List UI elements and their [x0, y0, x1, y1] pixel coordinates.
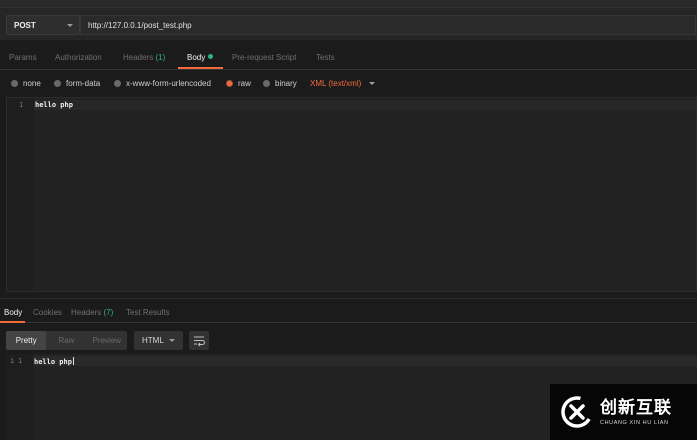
- tab-headers-count: (1): [155, 53, 166, 62]
- request-tabs: Params Authorization Headers (1) Body Pr…: [0, 46, 697, 70]
- tab-headers-label: Headers: [123, 53, 154, 62]
- view-mode-switch: Pretty Raw Preview: [6, 331, 127, 350]
- watermark-chinese: 创新互联: [600, 397, 672, 418]
- body-type-options: none form-data x-www-form-urlencoded raw…: [0, 72, 697, 94]
- radio-raw[interactable]: raw: [226, 79, 251, 88]
- request-url-bar: POST: [0, 8, 697, 40]
- tab-response-headers-count: (7): [103, 308, 114, 317]
- format-label: HTML: [142, 336, 164, 345]
- radio-none[interactable]: none: [11, 79, 41, 88]
- response-tabs: Body Cookies Headers (7) Test Results: [0, 303, 697, 323]
- tab-test-results[interactable]: Test Results: [126, 308, 170, 317]
- wrap-lines-button[interactable]: [189, 331, 209, 350]
- response-divider[interactable]: [0, 298, 697, 299]
- tab-authorization[interactable]: Authorization: [55, 53, 102, 62]
- tab-body-label: Body: [187, 53, 206, 62]
- editor-gutter: [7, 98, 34, 291]
- url-input[interactable]: [80, 15, 696, 35]
- fold-marker[interactable]: i: [10, 357, 14, 365]
- tab-body[interactable]: Body: [187, 53, 214, 62]
- line-number: 1: [19, 101, 24, 109]
- response-text-content: hello php: [34, 358, 72, 366]
- editor-text: hello php: [35, 101, 73, 109]
- radio-icon: [54, 80, 61, 87]
- radio-selected-icon: [226, 80, 233, 87]
- tab-headers[interactable]: Headers (1): [123, 53, 165, 62]
- line-number: 1: [18, 357, 23, 365]
- tab-tests[interactable]: Tests: [316, 53, 335, 62]
- active-tab-indicator: [178, 67, 223, 69]
- method-dropdown[interactable]: POST: [6, 15, 80, 35]
- response-text: hello php: [34, 357, 74, 366]
- tab-response-headers-label: Headers: [71, 308, 102, 317]
- radio-binary-label: binary: [275, 79, 297, 88]
- radio-binary[interactable]: binary: [263, 79, 297, 88]
- preview-button[interactable]: Preview: [87, 331, 127, 350]
- active-line-highlight: [33, 356, 697, 366]
- radio-urlencoded[interactable]: x-www-form-urlencoded: [114, 79, 211, 88]
- editor-gutter: [6, 354, 33, 440]
- content-type-dropdown[interactable]: XML (text/xml): [310, 79, 376, 88]
- watermark: 创新互联 CHUANG XIN HU LIAN: [550, 384, 697, 440]
- radio-form-data[interactable]: form-data: [54, 79, 100, 88]
- tab-prerequest-script[interactable]: Pre-request Script: [232, 53, 296, 62]
- body-modified-dot-icon: [208, 54, 214, 59]
- chevron-down-icon: [67, 23, 73, 27]
- radio-urlencoded-label: x-www-form-urlencoded: [126, 79, 211, 88]
- brand-logo-icon: [561, 396, 593, 428]
- radio-icon: [263, 80, 270, 87]
- active-response-tab-indicator: [0, 321, 25, 323]
- radio-form-data-label: form-data: [66, 79, 101, 88]
- watermark-english: CHUANG XIN HU LIAN: [600, 419, 669, 426]
- tab-response-body[interactable]: Body: [4, 308, 22, 317]
- watermark-text: 创新互联 CHUANG XIN HU LIAN: [600, 397, 672, 426]
- request-body-editor[interactable]: 1 hello php: [6, 97, 697, 292]
- radio-icon: [114, 80, 121, 87]
- radio-none-label: none: [23, 79, 41, 88]
- format-dropdown[interactable]: HTML: [134, 331, 183, 350]
- radio-icon: [11, 80, 18, 87]
- raw-button[interactable]: Raw: [46, 331, 86, 350]
- content-type-label: XML (text/xml): [310, 79, 362, 88]
- chevron-down-icon: [369, 82, 376, 85]
- radio-raw-label: raw: [238, 79, 251, 88]
- top-strip: [0, 0, 697, 8]
- tab-response-cookies[interactable]: Cookies: [33, 308, 62, 317]
- text-cursor: [72, 357, 74, 365]
- response-toolbar: Pretty Raw Preview HTML: [0, 328, 697, 354]
- tab-params[interactable]: Params: [9, 53, 37, 62]
- chevron-down-icon: [169, 339, 175, 342]
- method-label: POST: [14, 20, 36, 30]
- wrap-lines-icon: [194, 336, 205, 347]
- active-line-highlight: [34, 100, 696, 110]
- pretty-button[interactable]: Pretty: [6, 331, 47, 350]
- tab-response-headers[interactable]: Headers (7): [71, 308, 113, 317]
